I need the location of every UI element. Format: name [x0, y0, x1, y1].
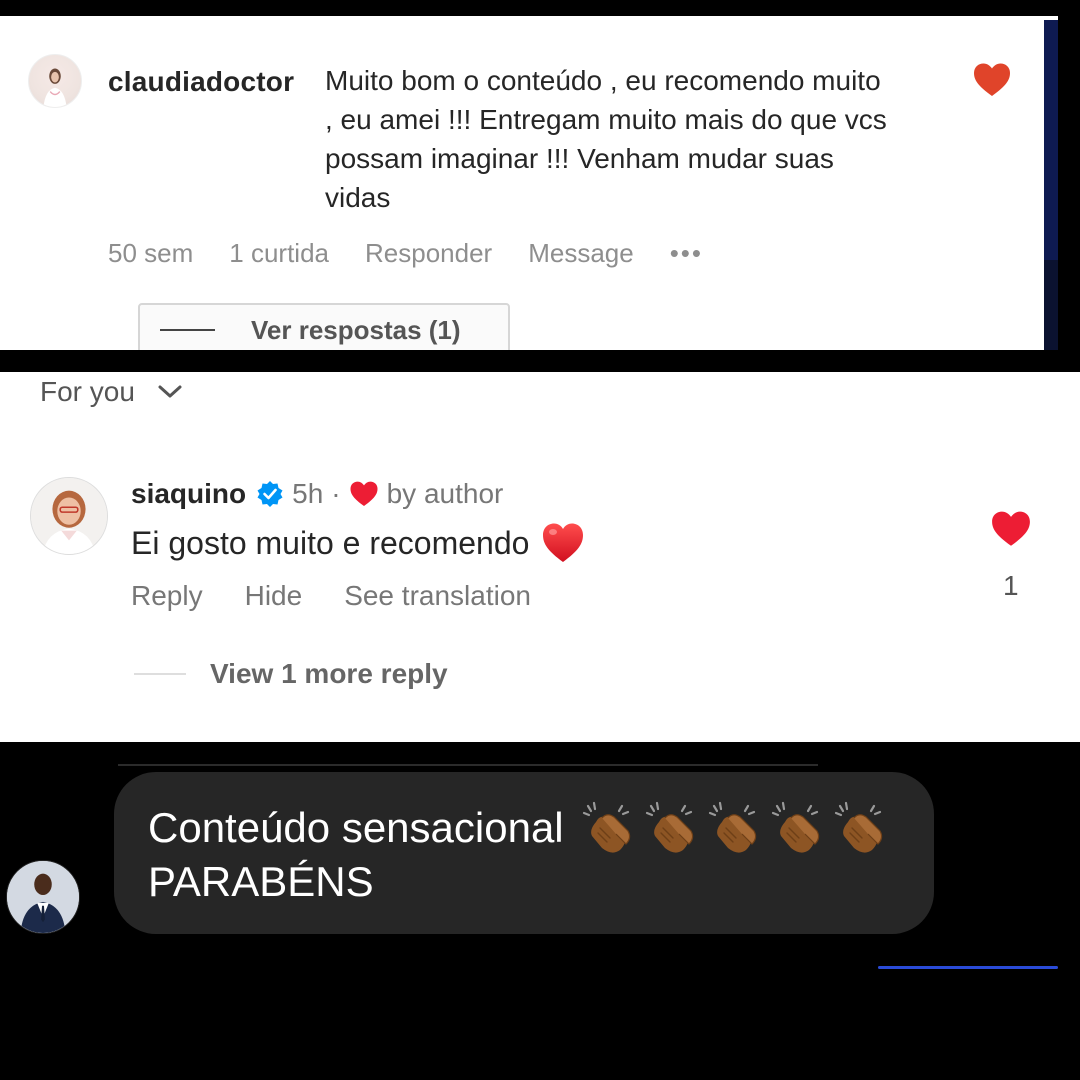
view-replies-button[interactable]: Ver respostas (1) — [138, 303, 510, 350]
dark-comment-panel: Conteúdo sensacional PARABÉNS — [0, 742, 1080, 1080]
like-count: 1 — [1003, 570, 1019, 601]
divider — [878, 966, 1058, 969]
sort-label: For you — [40, 376, 135, 407]
reply-button[interactable]: Reply — [131, 580, 203, 612]
clapping-hands-emoji-icon — [645, 801, 693, 853]
clapping-hands-emoji-group — [580, 800, 895, 856]
divider — [160, 329, 215, 331]
avatar[interactable] — [6, 860, 80, 934]
see-translation-button[interactable]: See translation — [344, 580, 531, 612]
comment-text-line2: PARABÉNS — [148, 858, 374, 905]
chevron-down-icon — [158, 385, 182, 398]
hide-button[interactable]: Hide — [245, 580, 303, 612]
view-more-replies-label: View 1 more reply — [210, 658, 448, 689]
comment-time: 5h — [292, 478, 324, 509]
comment-text: Muito bom o conteúdo , eu recomendo muit… — [325, 65, 887, 213]
heart-icon[interactable] — [972, 62, 1012, 98]
background-strip — [1044, 20, 1058, 350]
comment-text: Ei gosto muito e recomendo — [131, 524, 530, 561]
more-options-icon[interactable]: ••• — [670, 238, 703, 269]
comment-header: siaquino 5h · by author — [131, 478, 503, 510]
avatar[interactable] — [30, 477, 108, 555]
view-more-replies-button[interactable]: View 1 more reply — [134, 658, 448, 690]
avatar[interactable] — [28, 54, 82, 108]
clapping-hands-emoji-icon — [771, 801, 819, 853]
like-count-link[interactable]: 1 curtida — [229, 238, 329, 269]
clapping-hands-emoji-icon — [708, 801, 756, 853]
mobile-comment-panel: For you siaquino 5h · by author Ei gosto… — [0, 372, 1080, 742]
comment-actions: Reply Hide See translation — [131, 580, 573, 612]
bubble-text: Conteúdo sensacional PARABÉNS — [148, 800, 895, 908]
divider — [134, 673, 186, 675]
clapping-hands-emoji-icon — [834, 801, 882, 853]
comment-text-row: Ei gosto muito e recomendo — [131, 522, 585, 564]
liked-by-author-label: by author — [386, 478, 504, 509]
heart-icon — [350, 481, 378, 506]
separator: · — [331, 478, 341, 509]
reply-button[interactable]: Responder — [365, 238, 492, 269]
like-heart-icon[interactable] — [990, 510, 1032, 548]
sort-dropdown[interactable]: For you — [40, 376, 183, 408]
comment-meta-row: 50 sem 1 curtida Responder Message ••• — [108, 238, 739, 269]
verified-badge-icon — [257, 481, 283, 507]
divider — [118, 764, 818, 766]
desktop-comment-panel: claudiadoctor Muito bom o conteúdo , eu … — [0, 16, 1058, 350]
comment-text-line1: Conteúdo sensacional — [148, 804, 564, 851]
message-button[interactable]: Message — [528, 238, 634, 269]
red-heart-emoji-icon — [543, 523, 584, 562]
view-replies-label: Ver respostas (1) — [251, 314, 461, 345]
comment-time: 50 sem — [108, 238, 194, 268]
comment-username[interactable]: claudiadoctor — [108, 66, 294, 98]
clapping-hands-emoji-icon — [582, 801, 630, 853]
comment-username[interactable]: siaquino — [131, 478, 246, 510]
